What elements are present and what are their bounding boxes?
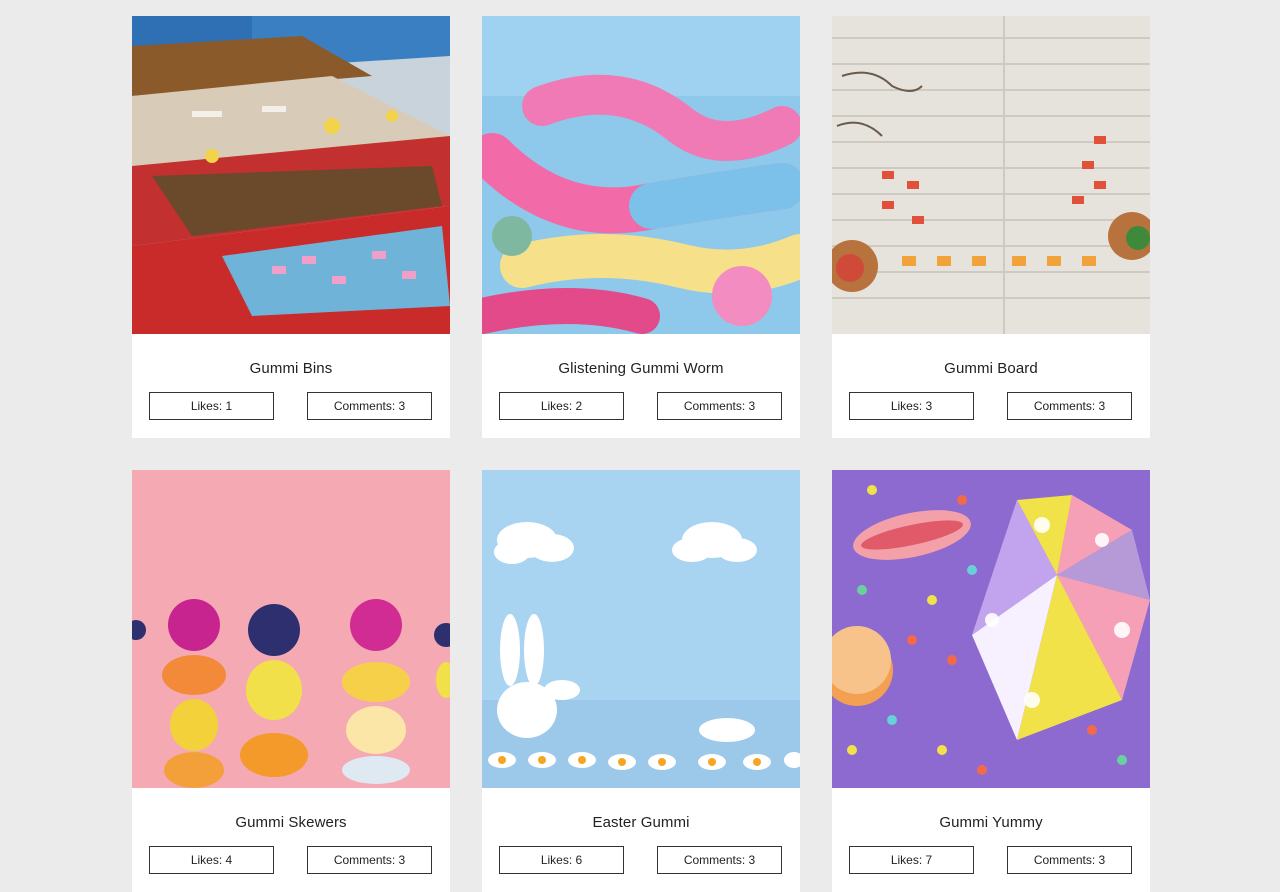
card-caption: Gummi Yummy Likes: 7 Comments: 3 — [832, 788, 1150, 892]
likes-button[interactable]: Likes: 7 — [849, 846, 974, 874]
gallery-card: Gummi Yummy Likes: 7 Comments: 3 — [832, 470, 1150, 892]
gallery-card: Easter Gummi Likes: 6 Comments: 3 — [482, 470, 800, 892]
card-caption: Easter Gummi Likes: 6 Comments: 3 — [482, 788, 800, 892]
gallery-card: Gummi Skewers Likes: 4 Comments: 3 — [132, 470, 450, 892]
comments-button[interactable]: Comments: 3 — [1007, 392, 1132, 420]
likes-button[interactable]: Likes: 2 — [499, 392, 624, 420]
likes-button[interactable]: Likes: 1 — [149, 392, 274, 420]
card-title: Gummi Board — [944, 360, 1038, 377]
comments-button[interactable]: Comments: 3 — [1007, 846, 1132, 874]
gallery-card: Glistening Gummi Worm Likes: 2 Comments:… — [482, 16, 800, 438]
easter-gummi-photo[interactable] — [482, 470, 800, 788]
comments-button[interactable]: Comments: 3 — [657, 846, 782, 874]
card-caption: Gummi Board Likes: 3 Comments: 3 — [832, 334, 1150, 438]
likes-button[interactable]: Likes: 4 — [149, 846, 274, 874]
card-title: Gummi Bins — [249, 360, 333, 377]
photo-gallery-grid: Gummi Bins Likes: 1 Comments: 3 Glisteni… — [132, 16, 1150, 892]
gummi-worms-photo[interactable] — [482, 16, 800, 334]
gummi-skewers-photo[interactable] — [132, 470, 450, 788]
gallery-card: Gummi Board Likes: 3 Comments: 3 — [832, 16, 1150, 438]
comments-button[interactable]: Comments: 3 — [657, 392, 782, 420]
card-title: Glistening Gummi Worm — [558, 360, 724, 377]
card-title: Easter Gummi — [592, 814, 690, 831]
card-caption: Glistening Gummi Worm Likes: 2 Comments:… — [482, 334, 800, 438]
likes-button[interactable]: Likes: 6 — [499, 846, 624, 874]
card-title: Gummi Yummy — [939, 814, 1043, 831]
comments-button[interactable]: Comments: 3 — [307, 846, 432, 874]
card-title: Gummi Skewers — [235, 814, 347, 831]
card-caption: Gummi Bins Likes: 1 Comments: 3 — [132, 334, 450, 438]
card-caption: Gummi Skewers Likes: 4 Comments: 3 — [132, 788, 450, 892]
comments-button[interactable]: Comments: 3 — [307, 392, 432, 420]
gummi-board-photo[interactable] — [832, 16, 1150, 334]
likes-button[interactable]: Likes: 3 — [849, 392, 974, 420]
gummi-yummy-photo[interactable] — [832, 470, 1150, 788]
gallery-card: Gummi Bins Likes: 1 Comments: 3 — [132, 16, 450, 438]
candy-bins-photo[interactable] — [132, 16, 450, 334]
